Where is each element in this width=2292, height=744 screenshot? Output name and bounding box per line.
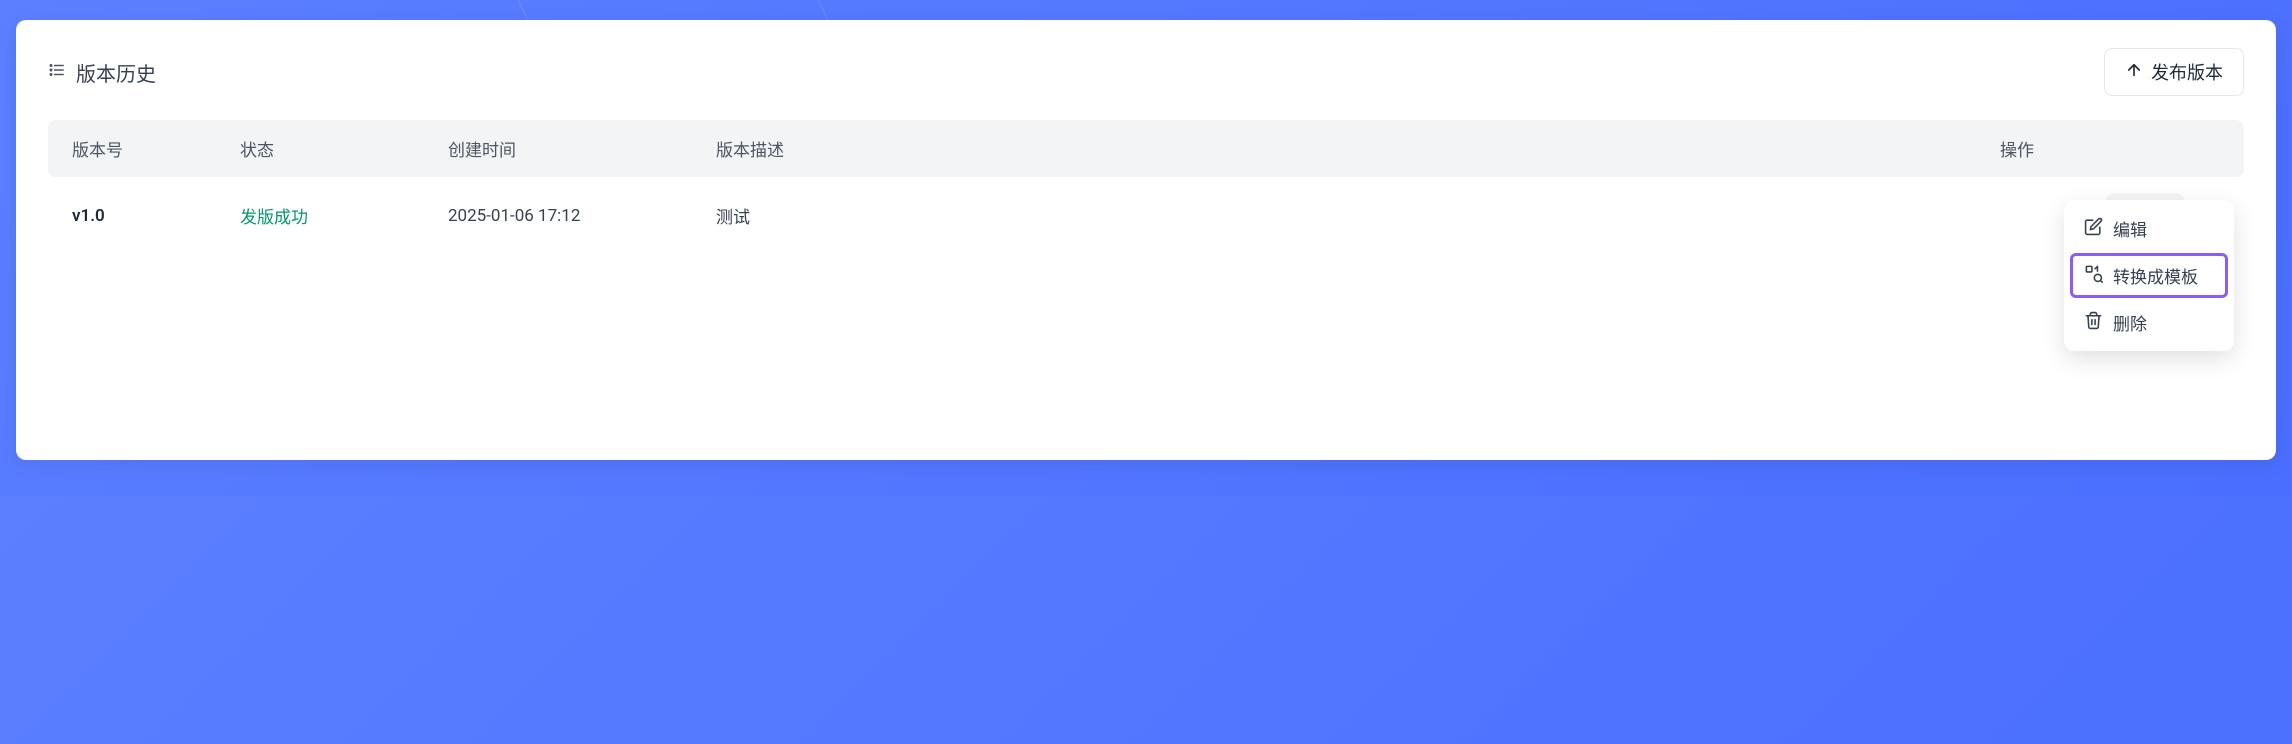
dropdown-convert-template[interactable]: 转换成模板 [2070,253,2228,298]
cell-status: 发版成功 [240,203,440,228]
dropdown-edit-label: 编辑 [2113,216,2147,241]
dropdown-delete-label: 删除 [2113,310,2147,335]
col-created-at: 创建时间 [448,136,708,161]
actions-dropdown: 编辑 转换成模板 删除 [2064,200,2234,351]
dropdown-edit[interactable]: 编辑 [2070,206,2228,251]
cell-created-at: 2025-01-06 17:12 [448,206,708,226]
edit-icon [2084,217,2103,241]
publish-button-label: 发布版本 [2151,59,2223,85]
cell-version: v1.0 [72,206,232,226]
arrow-up-icon [2125,61,2143,84]
version-table: 版本号 状态 创建时间 版本描述 操作 v1.0 发版成功 2025-01-06… [48,120,2244,254]
page-title: 版本历史 [76,58,156,87]
trash-icon [2084,311,2103,335]
col-version: 版本号 [72,136,232,161]
cell-description: 测试 [716,203,1992,228]
col-description: 版本描述 [716,136,1992,161]
list-icon [48,61,66,83]
card-header: 版本历史 发布版本 [48,48,2244,96]
col-status: 状态 [240,136,440,161]
publish-version-button[interactable]: 发布版本 [2104,48,2244,96]
col-actions: 操作 [2000,136,2220,161]
title-group: 版本历史 [48,58,156,87]
table-row: v1.0 发版成功 2025-01-06 17:12 测试 上线 [48,177,2244,254]
dropdown-delete[interactable]: 删除 [2070,300,2228,345]
dropdown-convert-label: 转换成模板 [2113,263,2198,288]
template-icon [2084,264,2103,288]
table-header-row: 版本号 状态 创建时间 版本描述 操作 [48,120,2244,177]
version-history-card: 版本历史 发布版本 版本号 状态 创建时间 版本描述 操作 v1.0 发版成功 … [16,20,2276,460]
